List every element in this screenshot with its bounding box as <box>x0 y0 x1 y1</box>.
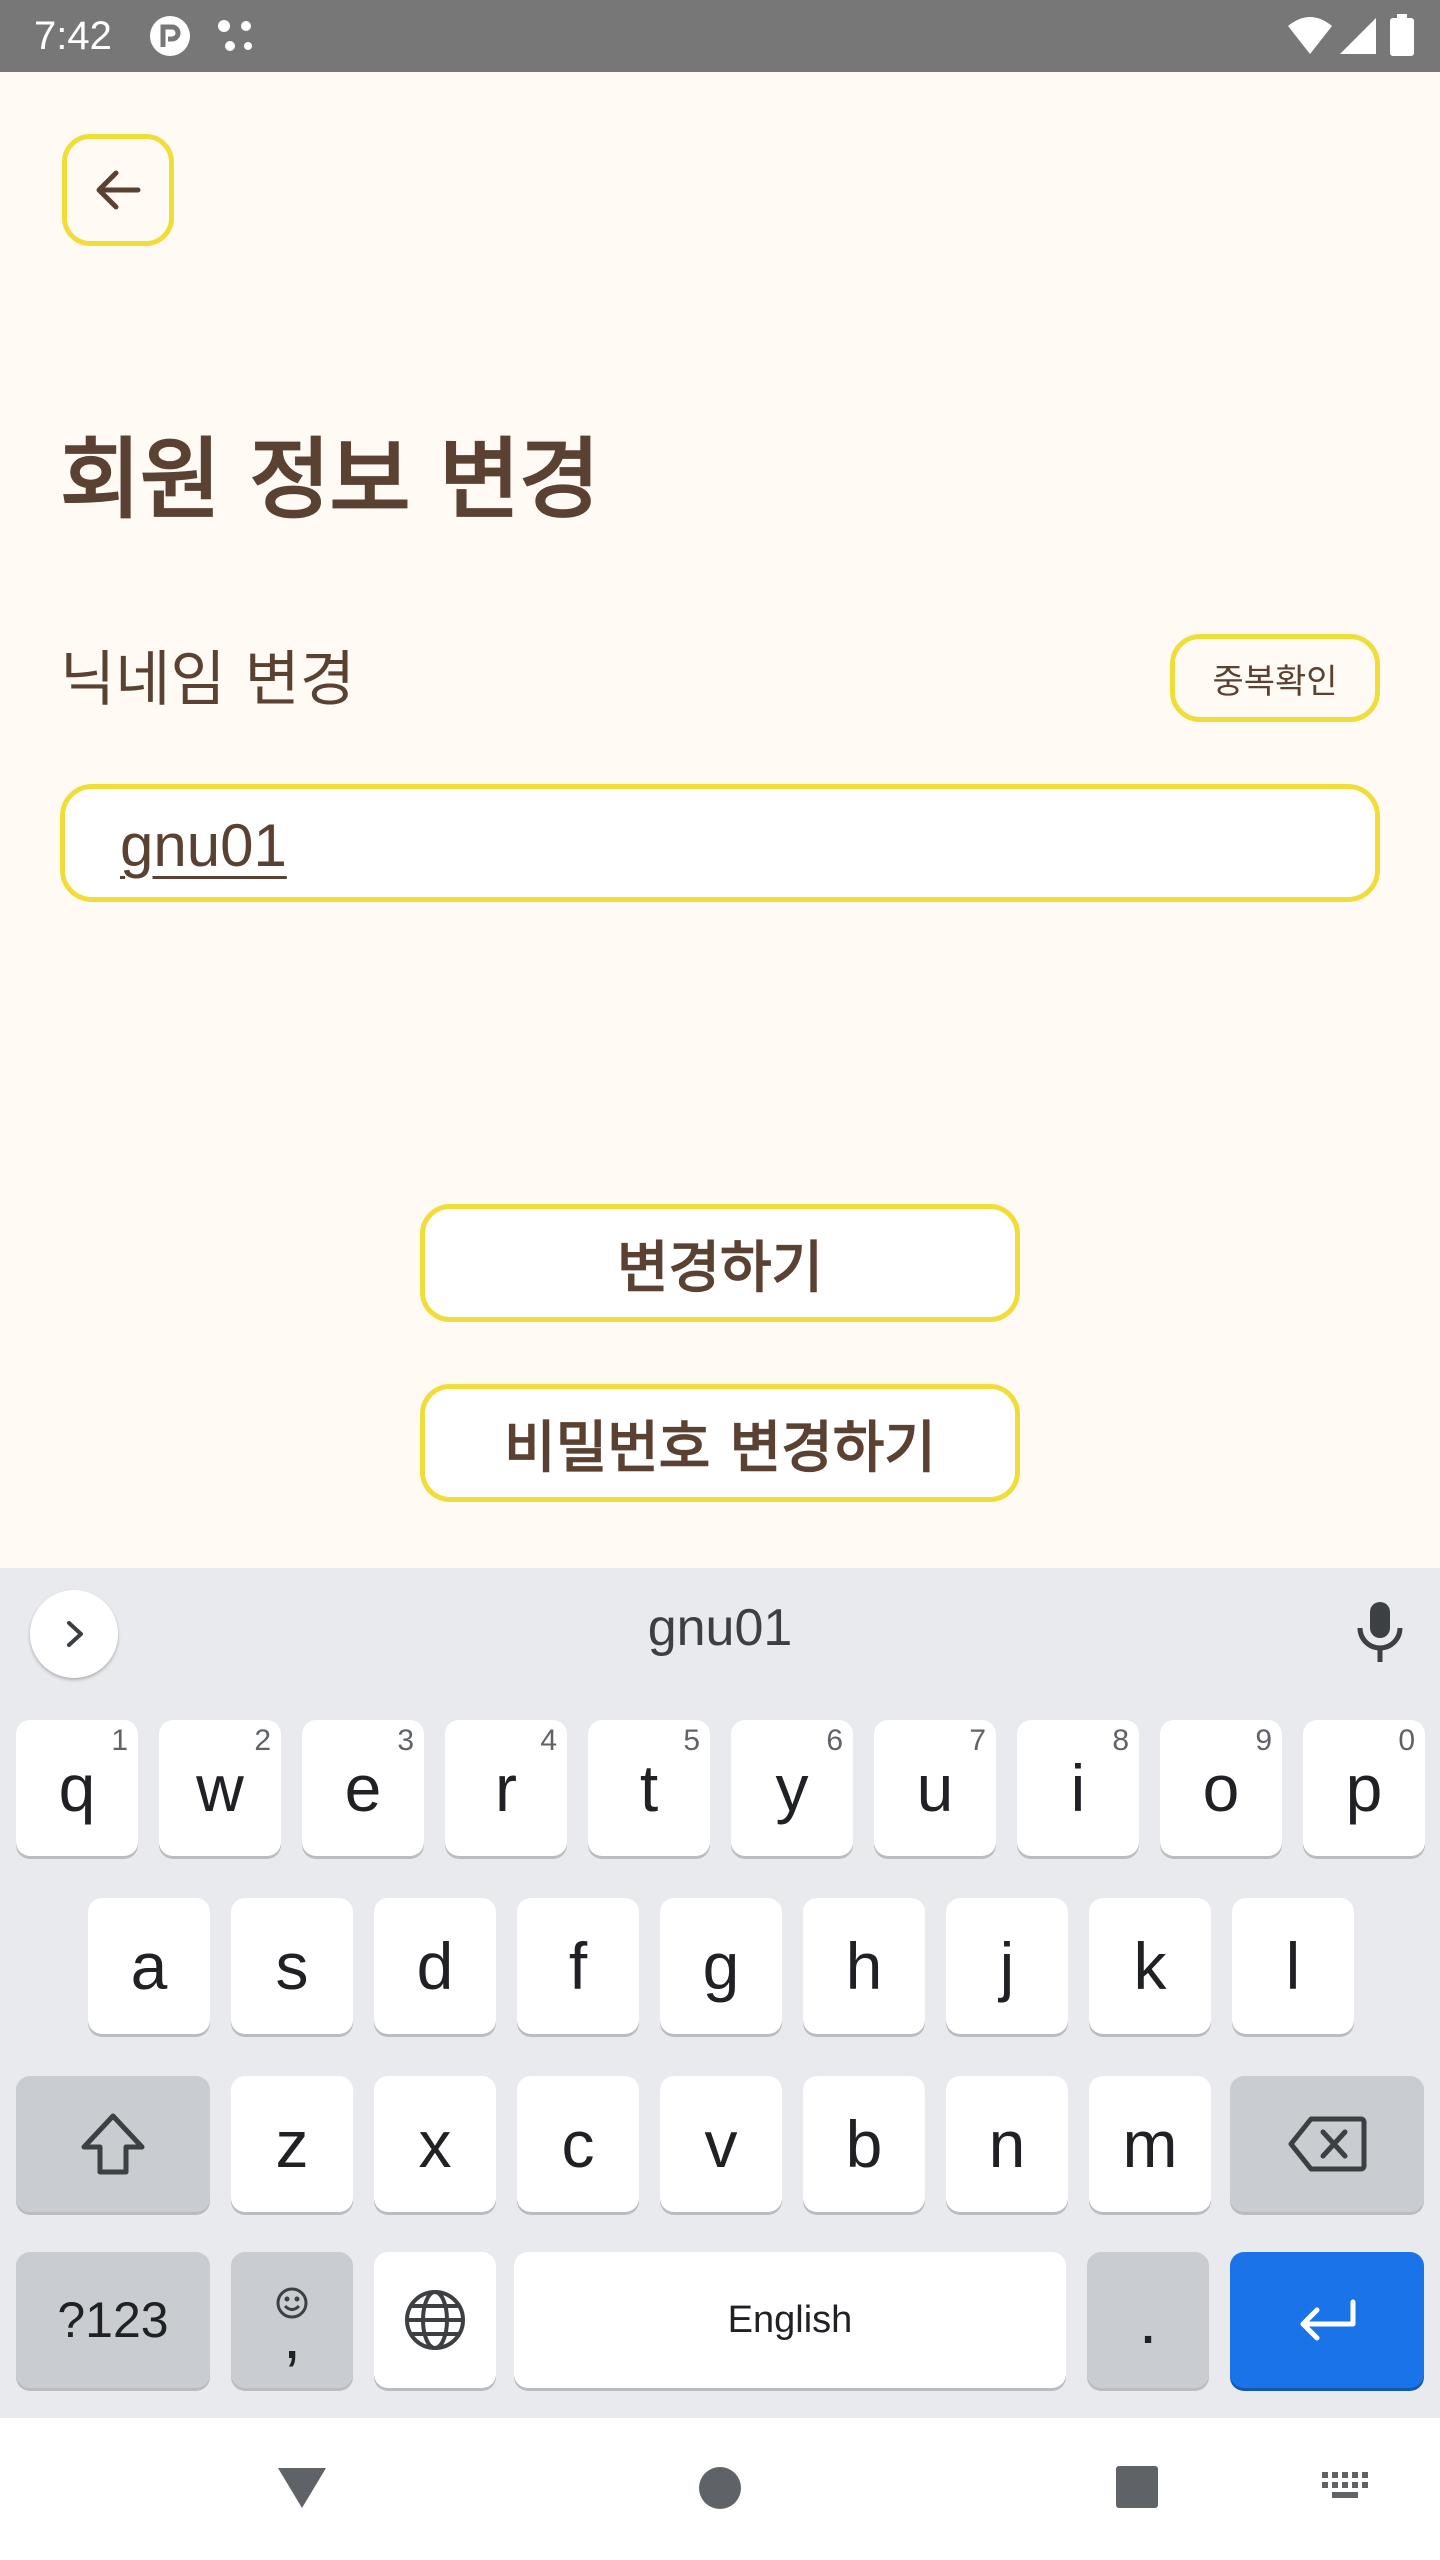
keyboard-switch-icon[interactable] <box>1320 2470 1374 2506</box>
globe-icon <box>405 2290 465 2350</box>
key-c[interactable]: c <box>517 2076 639 2212</box>
back-button[interactable] <box>62 134 174 246</box>
comma-label: , <box>282 2298 302 2372</box>
shift-arrow-icon <box>81 2113 145 2175</box>
navigation-bar <box>0 2418 1440 2560</box>
key-l[interactable]: l <box>1232 1898 1354 2034</box>
space-key[interactable]: English <box>514 2252 1066 2388</box>
shift-key[interactable] <box>16 2076 210 2212</box>
key-q[interactable]: q1 <box>16 1720 138 1856</box>
change-password-button[interactable]: 비밀번호 변경하기 <box>420 1384 1020 1502</box>
backspace-icon <box>1288 2116 1367 2172</box>
key-s[interactable]: s <box>231 1898 353 2034</box>
wifi-icon <box>1288 17 1332 54</box>
nickname-input[interactable]: gnu01 <box>60 784 1380 902</box>
key-h[interactable]: h <box>803 1898 925 2034</box>
key-g[interactable]: g <box>660 1898 782 2034</box>
battery-icon <box>1390 14 1414 56</box>
backspace-key[interactable] <box>1230 2076 1424 2212</box>
key-o[interactable]: o9 <box>1160 1720 1282 1856</box>
key-d[interactable]: d <box>374 1898 496 2034</box>
microphone-icon[interactable] <box>1350 1598 1410 1668</box>
symbols-key[interactable]: ?123 <box>16 2252 210 2388</box>
key-r[interactable]: r4 <box>445 1720 567 1856</box>
key-w[interactable]: w2 <box>159 1720 281 1856</box>
soft-keyboard: gnu01 q1 w2 e3 r4 t5 y6 u7 i8 o9 p0 a s … <box>0 1568 1440 2418</box>
key-x[interactable]: x <box>374 2076 496 2212</box>
page-title: 회원 정보 변경 <box>60 428 600 531</box>
back-triangle-icon[interactable] <box>274 2462 330 2512</box>
key-j[interactable]: j <box>946 1898 1068 2034</box>
key-z[interactable]: z <box>231 2076 353 2212</box>
suggestion-bar: gnu01 <box>0 1568 1440 1696</box>
key-i[interactable]: i8 <box>1017 1720 1139 1856</box>
key-v[interactable]: v <box>660 2076 782 2212</box>
enter-arrow-icon <box>1300 2299 1356 2341</box>
key-y[interactable]: y6 <box>731 1720 853 1856</box>
arrow-left-icon <box>96 170 141 210</box>
nickname-input-value: gnu01 <box>120 812 287 879</box>
status-time: 7:42 <box>34 14 112 58</box>
key-e[interactable]: e3 <box>302 1720 424 1856</box>
key-p[interactable]: p0 <box>1303 1720 1425 1856</box>
signal-icon <box>1340 18 1376 54</box>
key-a[interactable]: a <box>88 1898 210 2034</box>
key-m[interactable]: m <box>1089 2076 1211 2212</box>
change-button[interactable]: 변경하기 <box>420 1204 1020 1322</box>
nickname-label: 닉네임 변경 <box>60 645 356 715</box>
home-circle-icon[interactable] <box>696 2464 744 2512</box>
key-f[interactable]: f <box>517 1898 639 2034</box>
recents-square-icon[interactable] <box>1114 2464 1160 2510</box>
key-u[interactable]: u7 <box>874 1720 996 1856</box>
status-bar: 7:42 <box>0 0 1440 72</box>
suggestion-word[interactable]: gnu01 <box>0 1598 1440 1658</box>
period-key[interactable]: . <box>1087 2252 1209 2388</box>
enter-key[interactable] <box>1230 2252 1424 2388</box>
app-r-icon <box>150 16 190 56</box>
key-t[interactable]: t5 <box>588 1720 710 1856</box>
duplicate-check-button[interactable]: 중복확인 <box>1170 634 1380 722</box>
language-key[interactable] <box>374 2252 496 2388</box>
comma-emoji-key[interactable]: , <box>231 2252 353 2388</box>
dots-icon <box>218 20 252 51</box>
key-n[interactable]: n <box>946 2076 1068 2212</box>
key-k[interactable]: k <box>1089 1898 1211 2034</box>
key-b[interactable]: b <box>803 2076 925 2212</box>
